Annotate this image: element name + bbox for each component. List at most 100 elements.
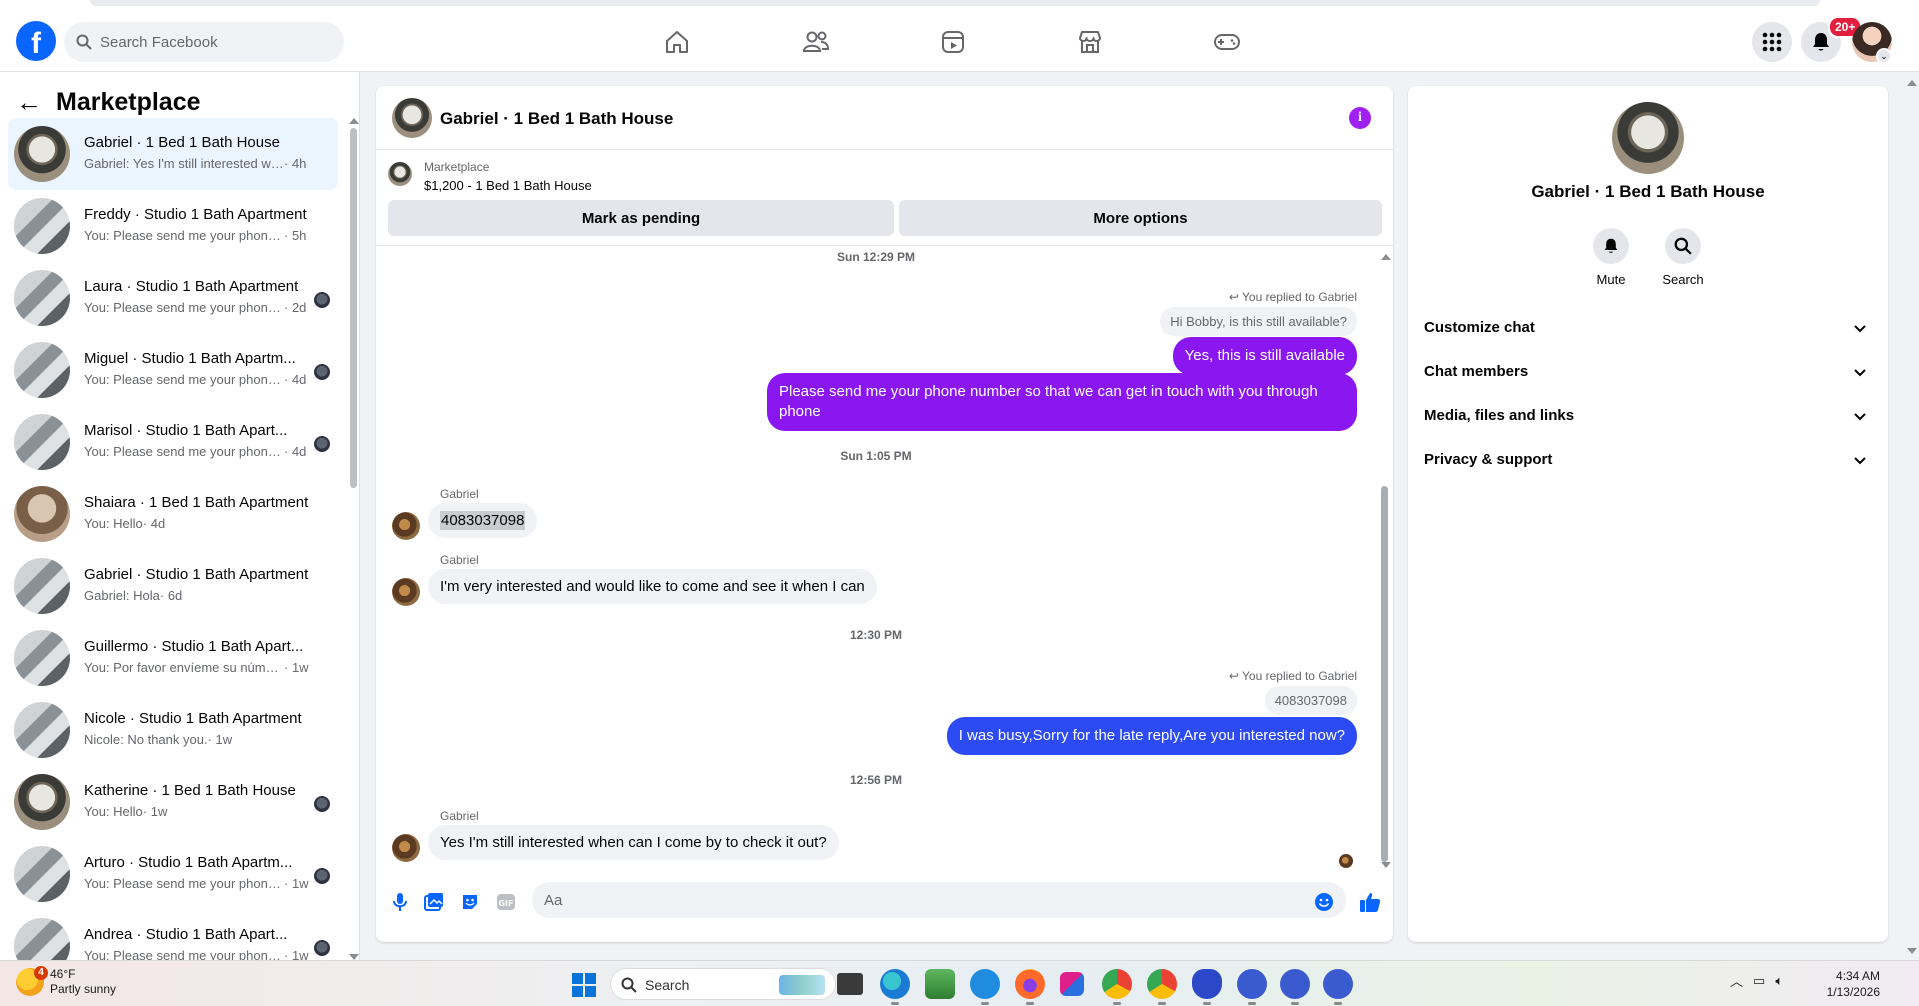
listing-thumbnail[interactable] (388, 162, 412, 186)
outgoing-message[interactable]: Please send me your phone number so that… (767, 373, 1357, 431)
taskbar-clock[interactable]: 4:34 AM 1/13/2026 (1814, 968, 1880, 1000)
taskbar-search[interactable]: Search (610, 968, 836, 1000)
conversation-item[interactable]: Guillermo · Studio 1 Bath Apart... You: P… (8, 622, 338, 694)
conversation-title: Laura · Studio 1 Bath Apartment (84, 278, 299, 295)
firefox-icon[interactable] (1015, 969, 1045, 1005)
back-arrow-icon[interactable]: ← (16, 87, 56, 118)
scroll-down-arrow-icon[interactable] (1907, 948, 1917, 954)
shield-app-icon[interactable] (1192, 969, 1222, 1005)
emoji-icon (1315, 893, 1333, 911)
search-box[interactable] (64, 22, 344, 62)
chat-info-avatar[interactable] (1612, 102, 1684, 174)
mute-button[interactable]: Mute (1576, 228, 1646, 287)
marketplace-nav[interactable] (1072, 24, 1108, 60)
conversation-item[interactable]: Laura · Studio 1 Bath Apartment You: Plea… (8, 262, 338, 334)
sticker-button[interactable] (458, 890, 482, 914)
sender-avatar[interactable] (392, 578, 420, 606)
weather-temp: 46°F (50, 967, 76, 981)
phone-app-icon[interactable] (1237, 969, 1267, 1005)
chrome-icon[interactable] (1102, 969, 1132, 1005)
like-button[interactable] (1358, 890, 1382, 914)
search-in-chat-button[interactable]: Search (1648, 228, 1718, 287)
voice-clip-button[interactable] (388, 890, 412, 914)
conversation-item[interactable]: Freddy · Studio 1 Bath Apartment You: Ple… (8, 190, 338, 262)
conversation-item[interactable]: Katherine · 1 Bed 1 Bath House You: Hello… (8, 766, 338, 838)
message-input[interactable] (532, 882, 1346, 918)
conversation-item[interactable]: Shaiara · 1 Bed 1 Bath Apartment You: Hel… (8, 478, 338, 550)
incoming-message[interactable]: I'm very interested and would like to co… (428, 569, 877, 604)
phone-app-icon[interactable] (1323, 969, 1353, 1005)
conversation-item[interactable]: Marisol · Studio 1 Bath Apart... You: Ple… (8, 406, 338, 478)
network-icon[interactable]: ▭ (1753, 973, 1765, 989)
sticker-icon (463, 895, 477, 909)
phone-app-icon[interactable] (1280, 969, 1310, 1005)
home-nav[interactable] (659, 24, 695, 60)
conversation-item[interactable]: Miguel · Studio 1 Bath Apartm... You: Ple… (8, 334, 338, 406)
sidebar-scrollbar[interactable] (348, 118, 359, 960)
weather-widget[interactable]: 4 46°F Partly sunny (16, 966, 117, 997)
windows-start-icon[interactable] (572, 973, 596, 997)
message-thread: Sun 12:29 PM ↩ You replied to Gabriel Hi… (376, 246, 1393, 872)
app-s-icon[interactable] (970, 969, 1000, 1005)
listing-thumbnail (14, 558, 70, 614)
task-view-icon[interactable] (837, 973, 863, 995)
scroll-up-arrow-icon[interactable] (1381, 254, 1391, 260)
chat-title[interactable]: Gabriel · 1 Bed 1 Bath House (440, 109, 673, 129)
read-receipt-avatar (1339, 854, 1353, 868)
weather-badge: 4 (34, 966, 48, 980)
scroll-up-arrow-icon[interactable] (1907, 80, 1917, 86)
conversation-item[interactable]: Andrea · Studio 1 Bath Apart... You: Plea… (8, 910, 338, 960)
mark-pending-button[interactable]: Mark as pending (388, 200, 894, 236)
incoming-message[interactable]: Yes I'm still interested when can I come… (428, 825, 839, 860)
chat-avatar[interactable] (392, 98, 432, 138)
volume-icon[interactable]: 🔈︎ (1775, 973, 1783, 989)
video-nav[interactable] (935, 24, 971, 60)
snipping-tool-icon[interactable] (1060, 972, 1084, 996)
quoted-message: Hi Bobby, is this still available? (1160, 307, 1357, 336)
incoming-message[interactable]: 4083037098 (428, 503, 538, 538)
selected-phone-text[interactable]: 4083037098 (440, 511, 526, 530)
conversation-item[interactable]: Gabriel · 1 Bed 1 Bath House Gabriel: Yes… (8, 118, 338, 190)
conversation-item[interactable]: Gabriel · Studio 1 Bath Apartment Gabriel… (8, 550, 338, 622)
seen-avatar (314, 868, 330, 884)
emoji-button[interactable] (1312, 890, 1336, 914)
chevron-up-icon[interactable]: ︿ (1730, 971, 1743, 990)
menu-button[interactable] (1752, 22, 1792, 62)
section-privacy-support[interactable]: Privacy & support (1416, 438, 1880, 482)
conversation-title: Gabriel · 1 Bed 1 Bath House (84, 134, 280, 151)
conversation-time: · 4d (284, 444, 307, 459)
info-icon[interactable]: i (1349, 107, 1371, 129)
conversation-preview: Nicole: No thank you. (84, 732, 208, 747)
sender-avatar[interactable] (392, 834, 420, 862)
chat-header: Gabriel · 1 Bed 1 Bath House i (376, 86, 1393, 150)
outgoing-message[interactable]: I was busy,Sorry for the late reply,Are … (946, 717, 1357, 755)
conversation-time: · 4h (284, 156, 307, 171)
conversation-item[interactable]: Arturo · Studio 1 Bath Apartm... You: Ple… (8, 838, 338, 910)
chat-scrollbar[interactable] (1380, 254, 1391, 868)
attach-photo-button[interactable] (422, 890, 446, 914)
chrome-profile-icon[interactable] (1147, 969, 1177, 1005)
conversation-item[interactable]: Nicole · Studio 1 Bath Apartment Nicole: … (8, 694, 338, 766)
listing-title[interactable]: $1,200 - 1 Bed 1 Bath House (424, 178, 592, 193)
weather-condition: Partly sunny (50, 982, 117, 996)
marketplace-icon (1079, 31, 1101, 53)
more-options-button[interactable]: More options (899, 200, 1382, 236)
scrollbar-thumb[interactable] (350, 128, 357, 488)
section-chat-members[interactable]: Chat members (1416, 350, 1880, 394)
scrollbar-thumb[interactable] (1381, 486, 1388, 862)
gaming-nav[interactable] (1209, 24, 1245, 60)
facebook-logo[interactable]: f (16, 21, 56, 61)
spreadsheet-app-icon[interactable] (925, 969, 955, 999)
section-customize-chat[interactable]: Customize chat (1416, 306, 1880, 350)
edge-browser-icon[interactable] (880, 969, 910, 1005)
page-scrollbar[interactable] (1905, 72, 1919, 960)
section-media-files-links[interactable]: Media, files and links (1416, 394, 1880, 438)
search-input[interactable] (100, 22, 330, 62)
sender-avatar[interactable] (392, 512, 420, 540)
scroll-up-arrow-icon[interactable] (349, 118, 359, 124)
outgoing-message[interactable]: Yes, this is still available (1172, 337, 1357, 375)
chevron-down-icon[interactable]: ⌄ (1876, 48, 1892, 64)
scroll-down-arrow-icon[interactable] (1381, 862, 1391, 868)
gif-button[interactable]: GIF (494, 890, 518, 914)
friends-nav[interactable] (798, 24, 834, 60)
